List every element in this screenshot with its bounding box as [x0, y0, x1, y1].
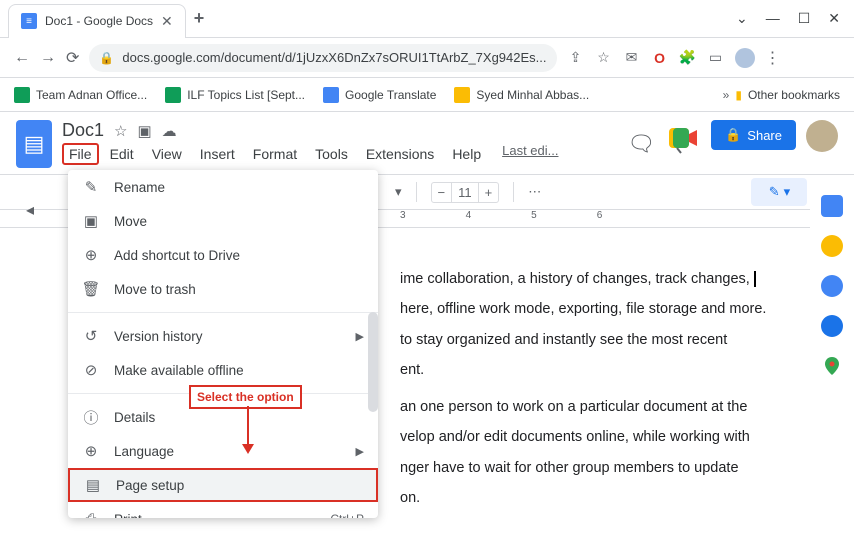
maps-icon[interactable]: [821, 355, 843, 377]
dropdown-caret-icon[interactable]: ▾: [395, 184, 402, 200]
menu-move-trash[interactable]: 🗑 Move to trash: [68, 272, 378, 306]
bookmarks-more-icon[interactable]: »: [723, 88, 730, 102]
mail-icon[interactable]: ✉: [623, 49, 641, 67]
print-icon: ⎙: [82, 511, 100, 519]
kebab-menu-icon[interactable]: ⋮: [765, 48, 781, 68]
last-edit-link[interactable]: Last edi...: [502, 143, 558, 165]
browser-tab[interactable]: ≡ Doc1 - Google Docs ✕: [8, 4, 186, 38]
drive-shortcut-icon: ⊕: [82, 246, 100, 264]
url-text: docs.google.com/document/d/1jUzxX6DnZx7s…: [122, 50, 546, 65]
comments-icon[interactable]: 🗨: [627, 131, 655, 157]
annotation-arrow: [238, 406, 258, 456]
pencil-icon: ✎: [769, 184, 780, 200]
tasks-icon[interactable]: [821, 275, 843, 297]
share-button[interactable]: 🔒 Share: [711, 120, 796, 150]
info-icon: ⓘ: [82, 407, 100, 428]
google-docs-logo[interactable]: ▤: [16, 120, 52, 168]
submenu-arrow-icon: ▶: [356, 445, 364, 458]
menu-print[interactable]: ⎙ Print Ctrl+P: [68, 502, 378, 518]
docs-favicon: ≡: [21, 13, 37, 29]
keep-icon[interactable]: [821, 235, 843, 257]
more-tools-icon[interactable]: ⋯: [528, 184, 541, 200]
opera-icon[interactable]: O: [651, 49, 669, 67]
bookmark-item[interactable]: ILF Topics List [Sept...: [165, 87, 305, 103]
profile-avatar[interactable]: [806, 120, 838, 152]
bookmark-item[interactable]: Google Translate: [323, 87, 436, 103]
forward-icon[interactable]: →: [40, 49, 56, 67]
side-panel: [810, 177, 854, 377]
outline-collapse-icon[interactable]: ◂: [26, 200, 34, 220]
document-title[interactable]: Doc1: [62, 120, 104, 141]
menu-tools[interactable]: Tools: [308, 143, 355, 165]
menu-format[interactable]: Format: [246, 143, 304, 165]
pencil-icon: ✎: [82, 178, 100, 196]
share-link-icon[interactable]: ⇪: [567, 49, 585, 67]
menu-extensions[interactable]: Extensions: [359, 143, 441, 165]
tab-close-icon[interactable]: ✕: [161, 13, 173, 30]
menu-offline[interactable]: ⊘ Make available offline: [68, 353, 378, 387]
chevron-down-icon[interactable]: ⌄: [736, 10, 748, 27]
menu-rename[interactable]: ✎ Rename: [68, 170, 378, 204]
font-size-control[interactable]: − 11 +: [431, 182, 500, 203]
increase-font-icon[interactable]: +: [479, 183, 499, 202]
history-icon: ↺: [82, 327, 100, 345]
sheets-icon: [165, 87, 181, 103]
decrease-font-icon[interactable]: −: [432, 183, 452, 202]
meet-icon[interactable]: [665, 120, 701, 156]
maximize-icon[interactable]: ☐: [798, 10, 811, 27]
caret-down-icon: ▾: [784, 184, 791, 200]
editing-mode-button[interactable]: ✎ ▾: [751, 178, 807, 206]
menu-version-history[interactable]: ↺ Version history ▶: [68, 319, 378, 353]
print-shortcut: Ctrl+P: [330, 512, 364, 518]
submenu-arrow-icon: ▶: [356, 330, 364, 343]
file-menu-dropdown: ✎ Rename ▣ Move ⊕ Add shortcut to Drive …: [68, 170, 378, 518]
other-bookmarks[interactable]: Other bookmarks: [748, 88, 840, 102]
translate-icon: [323, 87, 339, 103]
dropdown-scrollbar[interactable]: [368, 312, 378, 412]
bookmark-item[interactable]: Syed Minhal Abbas...: [454, 87, 589, 103]
star-icon[interactable]: ☆: [595, 49, 613, 67]
menu-add-shortcut[interactable]: ⊕ Add shortcut to Drive: [68, 238, 378, 272]
contacts-icon[interactable]: [821, 315, 843, 337]
star-outline-icon[interactable]: ☆: [114, 122, 127, 140]
drive-icon: [454, 87, 470, 103]
menu-page-setup[interactable]: ▤ Page setup: [68, 468, 378, 502]
sheets-icon: [14, 87, 30, 103]
menu-file[interactable]: File: [62, 143, 99, 165]
page-setup-icon: ▤: [84, 476, 102, 494]
menu-help[interactable]: Help: [445, 143, 488, 165]
menu-insert[interactable]: Insert: [193, 143, 242, 165]
profile-avatar-small[interactable]: [735, 48, 755, 68]
calendar-icon[interactable]: [821, 195, 843, 217]
lock-icon: 🔒: [99, 51, 114, 65]
cloud-status-icon[interactable]: ☁: [162, 122, 177, 140]
bookmark-icon[interactable]: ▭: [707, 49, 725, 67]
menu-bar: File Edit View Insert Format Tools Exten…: [62, 143, 617, 165]
reload-icon[interactable]: ⟳: [66, 48, 79, 68]
globe-icon: ⊕: [82, 442, 100, 460]
menu-language[interactable]: ⊕ Language ▶: [68, 434, 378, 468]
close-window-icon[interactable]: ✕: [828, 10, 840, 27]
menu-move[interactable]: ▣ Move: [68, 204, 378, 238]
folder-move-icon: ▣: [82, 212, 100, 230]
extensions-icon[interactable]: 🧩: [679, 49, 697, 67]
menu-view[interactable]: View: [145, 143, 189, 165]
bookmark-item[interactable]: Team Adnan Office...: [14, 87, 147, 103]
move-folder-icon[interactable]: ▣: [137, 122, 151, 140]
address-bar[interactable]: 🔒 docs.google.com/document/d/1jUzxX6DnZx…: [89, 44, 556, 72]
tab-title: Doc1 - Google Docs: [45, 14, 153, 28]
lock-icon: 🔒: [725, 127, 741, 143]
menu-edit[interactable]: Edit: [103, 143, 141, 165]
offline-icon: ⊘: [82, 361, 100, 379]
back-icon[interactable]: ←: [14, 49, 30, 67]
minimize-icon[interactable]: —: [766, 10, 780, 27]
new-tab-button[interactable]: +: [194, 8, 205, 29]
font-size-value[interactable]: 11: [451, 183, 479, 202]
trash-icon: 🗑: [82, 280, 100, 298]
